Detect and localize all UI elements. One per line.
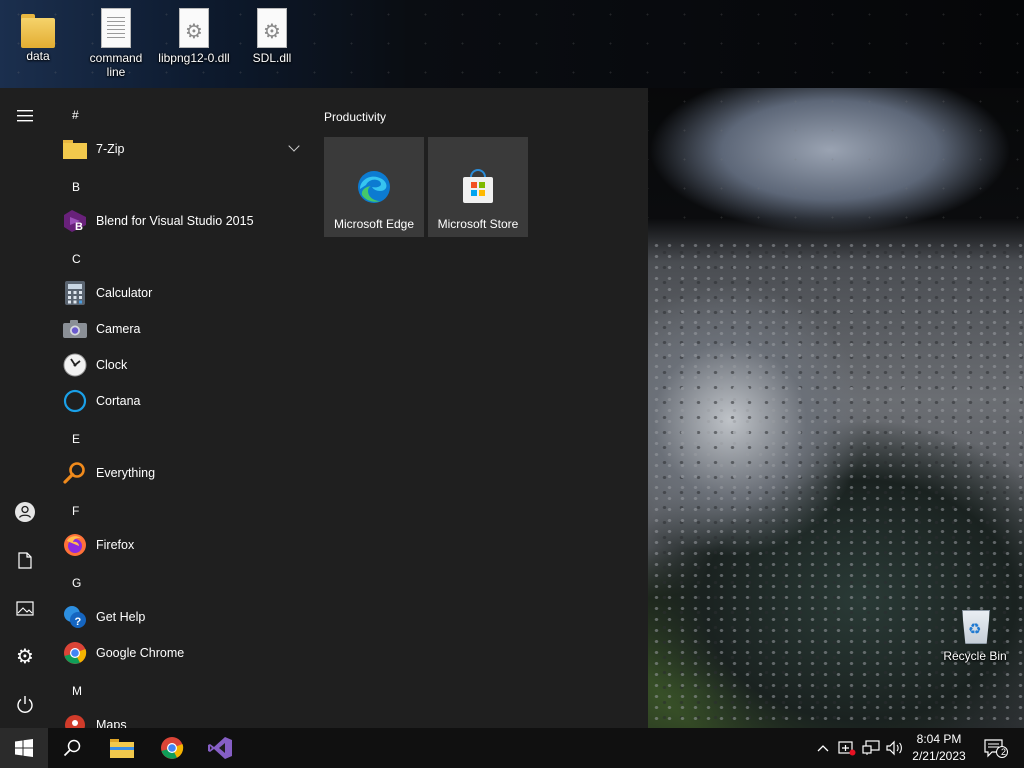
tray-volume-button[interactable]	[884, 728, 906, 768]
chevron-up-icon	[817, 745, 829, 752]
folder-icon	[21, 10, 55, 48]
app-item-7zip[interactable]: 7-Zip	[62, 132, 308, 166]
recycle-bin-icon: ♻	[958, 604, 992, 646]
hamburger-menu-icon	[17, 110, 33, 122]
app-item-blend[interactable]: B Blend for Visual Studio 2015	[62, 204, 308, 238]
section-header-m[interactable]: M	[72, 684, 82, 698]
power-icon	[17, 696, 33, 713]
store-icon	[463, 169, 493, 203]
tile-group-title[interactable]: Productivity	[324, 110, 386, 124]
desktop-icon-recycle-bin[interactable]: ♻ Recycle Bin	[937, 602, 1013, 663]
taskbar: 8:04 PM 2/21/2023 2	[0, 728, 1024, 768]
tiles-area: Productivity Microsoft Edge Microsoft St…	[312, 88, 648, 728]
search-icon	[63, 739, 81, 757]
security-alert-icon	[838, 741, 856, 756]
taskbar-visual-studio[interactable]	[196, 728, 244, 768]
text-document-icon	[101, 8, 131, 48]
notification-count-badge: 2	[1001, 747, 1007, 757]
camera-icon	[62, 316, 88, 342]
section-header-c[interactable]: C	[72, 252, 81, 266]
tile-microsoft-store[interactable]: Microsoft Store	[428, 137, 528, 237]
documents-button[interactable]	[0, 540, 50, 580]
pictures-icon	[16, 600, 34, 616]
desktop-icon-libpng[interactable]: libpng12-0.dll	[156, 6, 232, 65]
app-item-clock[interactable]: Clock	[62, 348, 308, 382]
file-explorer-icon	[110, 739, 134, 758]
app-item-google-chrome[interactable]: Google Chrome	[62, 636, 308, 670]
app-item-calculator[interactable]: Calculator	[62, 276, 308, 310]
app-item-firefox[interactable]: Firefox	[62, 528, 308, 562]
section-header-b[interactable]: B	[72, 180, 80, 194]
app-list[interactable]: # 7-Zip B B Blend for Visual Studio 2015…	[50, 88, 312, 728]
calculator-icon	[62, 280, 88, 306]
start-menu: ⚙ # 7-Zip B B Blend for Visual Studio 20…	[0, 88, 648, 728]
action-center-button[interactable]: 2	[978, 728, 1014, 768]
section-header-g[interactable]: G	[72, 576, 81, 590]
svg-text:B: B	[75, 221, 83, 233]
app-item-everything[interactable]: Everything	[62, 456, 308, 490]
windows-start-icon	[15, 739, 33, 757]
dll-file-icon	[257, 8, 287, 48]
folder-icon	[62, 136, 88, 162]
start-rail: ⚙	[0, 88, 50, 728]
pictures-button[interactable]	[0, 588, 50, 628]
section-header-hash[interactable]: #	[72, 108, 79, 122]
section-header-f[interactable]: F	[72, 504, 79, 518]
settings-icon: ⚙	[16, 644, 34, 668]
maps-icon	[62, 712, 88, 728]
chrome-icon	[62, 640, 88, 666]
desktop-icon-sdl[interactable]: SDL.dll	[234, 6, 310, 65]
desktop-icon-data[interactable]: data	[0, 6, 76, 63]
settings-button[interactable]: ⚙	[0, 636, 50, 676]
chevron-down-icon[interactable]	[288, 140, 300, 152]
taskbar-chrome[interactable]	[148, 728, 196, 768]
clock-date: 2/21/2023	[912, 749, 966, 763]
clock-time: 8:04 PM	[916, 732, 962, 746]
user-account-button[interactable]	[0, 492, 50, 532]
taskbar-search-button[interactable]	[48, 728, 96, 768]
volume-icon	[886, 740, 902, 756]
network-icon	[862, 740, 880, 755]
documents-icon	[18, 551, 32, 569]
taskbar-clock[interactable]: 8:04 PM 2/21/2023	[904, 731, 974, 765]
firefox-icon	[62, 532, 88, 558]
section-header-e[interactable]: E	[72, 432, 80, 446]
app-item-get-help[interactable]: ? Get Help	[62, 600, 308, 634]
svg-text:?: ?	[75, 616, 82, 628]
search-magnifier-icon	[62, 460, 88, 486]
chrome-icon	[161, 737, 184, 759]
visual-studio-icon	[208, 737, 232, 759]
tray-security-button[interactable]	[836, 728, 858, 768]
tile-microsoft-edge[interactable]: Microsoft Edge	[324, 137, 424, 237]
taskbar-file-explorer[interactable]	[98, 728, 146, 768]
app-item-cortana[interactable]: Cortana	[62, 384, 308, 418]
blend-icon: B	[62, 208, 88, 234]
user-account-icon	[15, 502, 35, 522]
clock-icon	[62, 352, 88, 378]
hamburger-menu-button[interactable]	[0, 96, 50, 136]
tray-overflow-button[interactable]	[812, 728, 834, 768]
app-item-camera[interactable]: Camera	[62, 312, 308, 346]
power-button[interactable]	[0, 684, 50, 724]
tray-network-button[interactable]	[860, 728, 882, 768]
edge-icon	[358, 171, 390, 203]
desktop-icon-command-line[interactable]: command line	[78, 6, 154, 79]
cortana-icon	[62, 388, 88, 414]
app-item-maps[interactable]: Maps	[62, 708, 308, 728]
dll-file-icon	[179, 8, 209, 48]
get-help-icon: ?	[62, 604, 88, 630]
start-button[interactable]	[0, 728, 48, 768]
